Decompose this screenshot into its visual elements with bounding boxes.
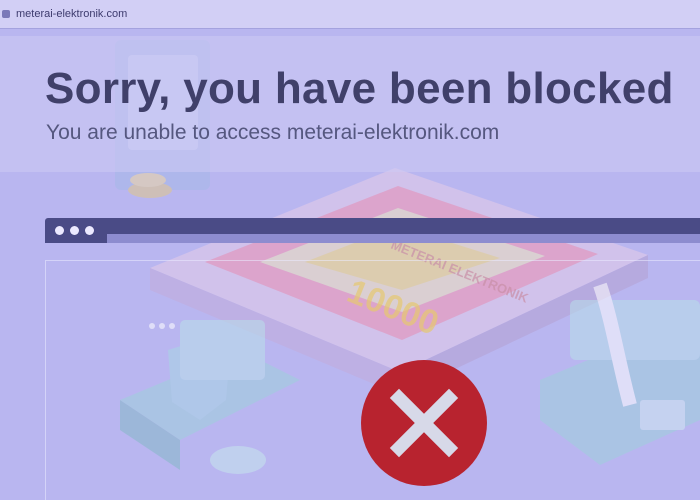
site-info-icon[interactable] xyxy=(2,10,10,18)
error-badge xyxy=(361,360,487,486)
window-dot-icon xyxy=(70,226,79,235)
mock-bar-right xyxy=(107,218,700,234)
mock-browser-bar xyxy=(45,218,700,243)
page-subtitle: You are unable to access meterai-elektro… xyxy=(46,121,500,144)
close-icon xyxy=(389,388,459,458)
window-dot-icon xyxy=(55,226,64,235)
address-bar-divider xyxy=(0,28,700,29)
mock-bar-fill xyxy=(107,234,700,243)
url-text[interactable]: meterai-elektronik.com xyxy=(16,8,127,20)
browser-address-bar[interactable]: meterai-elektronik.com xyxy=(0,0,700,28)
window-dot-icon xyxy=(85,226,94,235)
page-title: Sorry, you have been blocked xyxy=(45,64,674,113)
